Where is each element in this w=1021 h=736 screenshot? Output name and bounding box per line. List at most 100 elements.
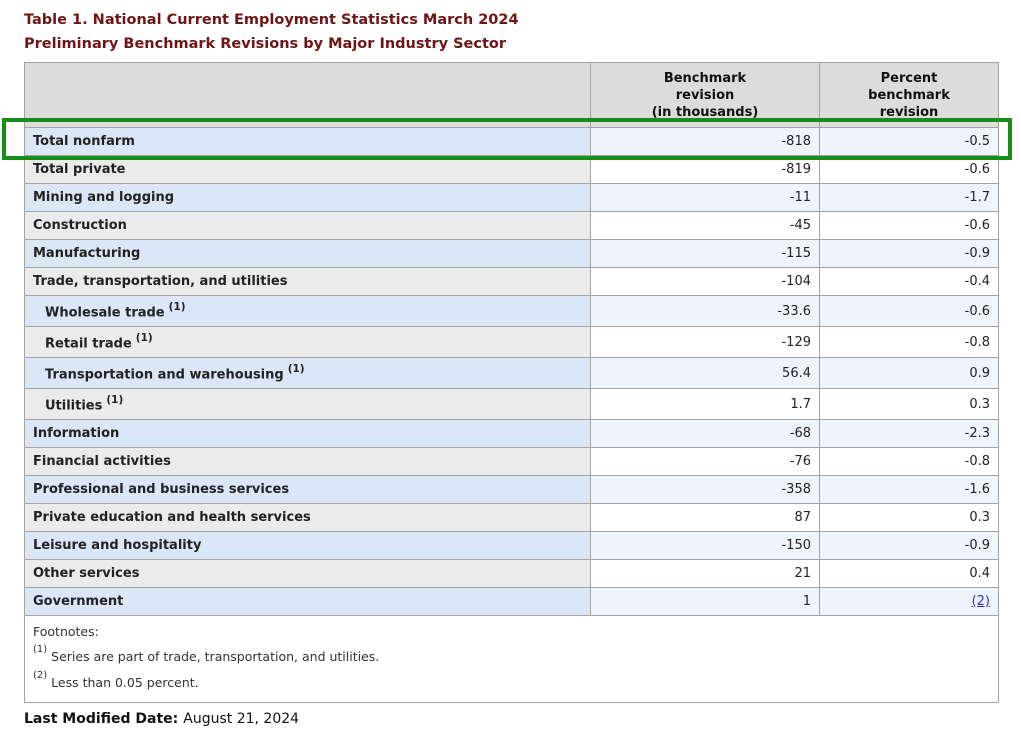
- industry-label: Professional and business services: [33, 482, 289, 497]
- industry-label-cell: Utilities(1): [25, 389, 591, 420]
- benchmark-revision-header: Benchmark revision (in thousands): [591, 63, 820, 128]
- benchmark-revision-cell: 1: [591, 588, 820, 616]
- percent-revision-cell: -0.4: [820, 268, 999, 296]
- benchmark-revision-cell: -68: [591, 420, 820, 448]
- industry-label: Other services: [33, 566, 139, 581]
- percent-revision-cell: -2.3: [820, 420, 999, 448]
- table-row: Transportation and warehousing(1) 56.4 0…: [25, 358, 999, 389]
- table-body: Total nonfarm -818 -0.5 Total private -8…: [25, 128, 999, 616]
- industry-label-cell: Retail trade (1): [25, 327, 591, 358]
- footnote-ref-superscript: (1): [288, 363, 305, 375]
- header-row: Benchmark revision (in thousands) Percen…: [25, 63, 999, 128]
- table-row: Retail trade (1) -129 -0.8: [25, 327, 999, 358]
- percent-revision-cell: -0.9: [820, 532, 999, 560]
- benchmark-revision-cell: -129: [591, 327, 820, 358]
- industry-label-cell: Manufacturing: [25, 240, 591, 268]
- table-row: Utilities(1) 1.7 0.3: [25, 389, 999, 420]
- industry-label: Information: [33, 426, 119, 441]
- table-row: Total nonfarm -818 -0.5: [25, 128, 999, 156]
- footnotes-row: Footnotes: (1) Series are part of trade, …: [25, 616, 999, 703]
- footnotes-heading: Footnotes:: [33, 622, 990, 642]
- footnote-2-text: Less than 0.05 percent.: [51, 675, 198, 690]
- industry-label-cell: Private education and health services: [25, 504, 591, 532]
- industry-label-cell: Total private: [25, 156, 591, 184]
- industry-label: Trade, transportation, and utilities: [33, 274, 287, 289]
- table-row: Leisure and hospitality -150 -0.9: [25, 532, 999, 560]
- industry-label-cell: Mining and logging: [25, 184, 591, 212]
- industry-label-cell: Professional and business services: [25, 476, 591, 504]
- percent-revision-cell: -1.7: [820, 184, 999, 212]
- percent-revision-cell: -0.6: [820, 296, 999, 327]
- industry-label: Financial activities: [33, 454, 171, 469]
- table-row: Wholesale trade (1) -33.6 -0.6: [25, 296, 999, 327]
- percent-revision-cell: -0.8: [820, 448, 999, 476]
- benchmark-revision-cell: -76: [591, 448, 820, 476]
- table-row: Total private -819 -0.6: [25, 156, 999, 184]
- percent-revision-cell: -0.8: [820, 327, 999, 358]
- last-modified: Last Modified Date: August 21, 2024: [24, 711, 299, 727]
- benchmark-revision-cell: -45: [591, 212, 820, 240]
- benchmark-revision-cell: -150: [591, 532, 820, 560]
- table-row: Professional and business services -358 …: [25, 476, 999, 504]
- footnote-ref-superscript: (1): [136, 332, 153, 344]
- percent-revision-cell: 0.4: [820, 560, 999, 588]
- industry-label: Government: [33, 594, 123, 609]
- table-row: Manufacturing -115 -0.9: [25, 240, 999, 268]
- industry-label-cell: Information: [25, 420, 591, 448]
- table-row: Other services 21 0.4: [25, 560, 999, 588]
- industry-header-cell: [25, 63, 591, 128]
- table-row: Government 1 (2): [25, 588, 999, 616]
- industry-label: Construction: [33, 218, 127, 233]
- table-title-line2: Preliminary Benchmark Revisions by Major…: [24, 32, 519, 56]
- benchmark-revision-cell: 21: [591, 560, 820, 588]
- benchmark-revision-cell: -819: [591, 156, 820, 184]
- percent-revision-cell: 0.9: [820, 358, 999, 389]
- table-title-line1: Table 1. National Current Employment Sta…: [24, 8, 519, 32]
- footnote-1-ref: (1): [33, 644, 47, 655]
- percent-revision-cell: -1.6: [820, 476, 999, 504]
- benchmark-revision-cell: 56.4: [591, 358, 820, 389]
- industry-label-cell: Leisure and hospitality: [25, 532, 591, 560]
- last-modified-value: August 21, 2024: [183, 711, 299, 727]
- page: Table 1. National Current Employment Sta…: [0, 0, 1021, 736]
- industry-label-cell: Financial activities: [25, 448, 591, 476]
- benchmark-revision-cell: -11: [591, 184, 820, 212]
- percent-revision-cell: 0.3: [820, 504, 999, 532]
- percent-revision-cell: 0.3: [820, 389, 999, 420]
- table-row: Information -68 -2.3: [25, 420, 999, 448]
- percent-revision-cell: (2): [820, 588, 999, 616]
- table-footnotes-body: Footnotes: (1) Series are part of trade, …: [25, 616, 999, 703]
- benchmark-revision-cell: -33.6: [591, 296, 820, 327]
- footnote-item-2: (2) Less than 0.05 percent.: [33, 668, 990, 694]
- industry-label: Utilities: [45, 398, 102, 413]
- benchmark-revision-cell: 87: [591, 504, 820, 532]
- table-row: Trade, transportation, and utilities -10…: [25, 268, 999, 296]
- benchmark-revision-cell: -115: [591, 240, 820, 268]
- last-modified-label: Last Modified Date:: [24, 711, 178, 727]
- industry-label-cell: Government: [25, 588, 591, 616]
- industry-label: Total nonfarm: [33, 134, 135, 149]
- footnote-ref-superscript: (1): [169, 301, 186, 313]
- table-header: Benchmark revision (in thousands) Percen…: [25, 63, 999, 128]
- benchmark-revision-cell: 1.7: [591, 389, 820, 420]
- industry-label-cell: Total nonfarm: [25, 128, 591, 156]
- industry-label: Manufacturing: [33, 246, 140, 261]
- industry-label-cell: Construction: [25, 212, 591, 240]
- table-title: Table 1. National Current Employment Sta…: [24, 8, 519, 56]
- percent-revision-cell: -0.9: [820, 240, 999, 268]
- industry-label-cell: Transportation and warehousing(1): [25, 358, 591, 389]
- table-row: Financial activities -76 -0.8: [25, 448, 999, 476]
- percent-revision-cell: -0.5: [820, 128, 999, 156]
- industry-label: Wholesale trade: [45, 305, 165, 320]
- industry-label: Mining and logging: [33, 190, 174, 205]
- industry-label-cell: Other services: [25, 560, 591, 588]
- percent-revision-cell: -0.6: [820, 212, 999, 240]
- industry-label: Retail trade: [45, 336, 132, 351]
- table-row: Private education and health services 87…: [25, 504, 999, 532]
- footnote-1-text: Series are part of trade, transportation…: [51, 649, 379, 664]
- industry-label-cell: Trade, transportation, and utilities: [25, 268, 591, 296]
- benchmark-revision-cell: -358: [591, 476, 820, 504]
- footnote-2-ref: (2): [33, 670, 47, 681]
- footnote-item-1: (1) Series are part of trade, transportat…: [33, 642, 990, 668]
- footnote-2-link[interactable]: (2): [972, 594, 990, 609]
